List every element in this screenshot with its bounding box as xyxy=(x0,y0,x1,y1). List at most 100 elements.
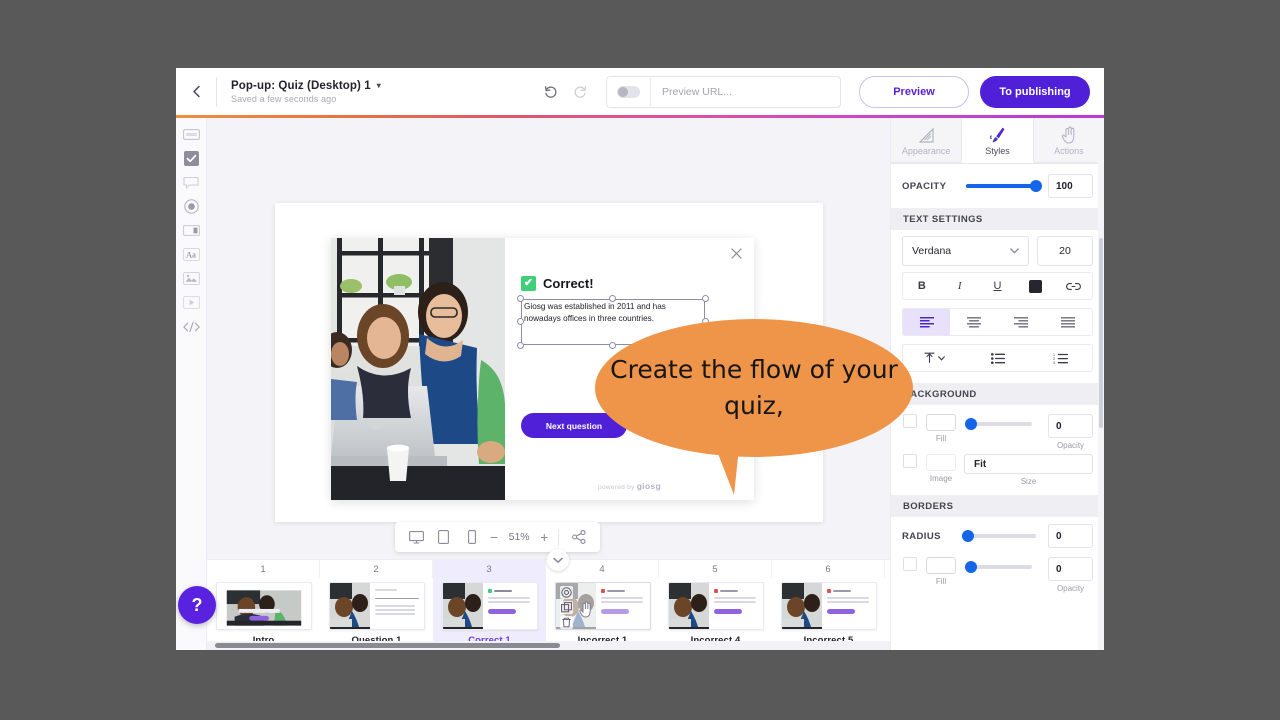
align-center-icon[interactable] xyxy=(950,309,997,335)
border-fill-checkbox[interactable] xyxy=(903,557,917,571)
slide-item-incorrect-5[interactable]: Incorrect 5 xyxy=(772,578,885,650)
resize-handle-s[interactable] xyxy=(609,342,616,349)
back-button[interactable] xyxy=(176,68,216,115)
target-icon[interactable] xyxy=(560,586,573,599)
svg-text:3: 3 xyxy=(1053,361,1055,364)
underline-button[interactable]: U xyxy=(979,273,1017,299)
preview-button[interactable]: Preview xyxy=(859,76,969,108)
slide-item-correct-1[interactable]: Correct 1 xyxy=(433,578,546,650)
slide-thumbnail[interactable] xyxy=(329,582,425,630)
preview-url-input[interactable]: Preview URL... xyxy=(651,86,732,98)
font-family-value: Verdana xyxy=(912,245,951,257)
opacity-value-input[interactable]: 100 xyxy=(1048,174,1093,198)
resize-handle-sw[interactable] xyxy=(517,342,524,349)
slide-thumbnail[interactable] xyxy=(668,582,764,630)
bg-opacity-input[interactable]: 0 xyxy=(1048,414,1093,438)
close-icon[interactable] xyxy=(730,248,742,260)
undo-icon[interactable] xyxy=(543,84,559,100)
document-title-block[interactable]: Pop-up: Quiz (Desktop) 1 ▾ Saved a few s… xyxy=(217,80,417,104)
italic-button[interactable]: I xyxy=(941,273,979,299)
resize-handle-n[interactable] xyxy=(609,295,616,302)
speech-bubble-element-icon[interactable] xyxy=(182,175,201,190)
border-opacity-slider[interactable] xyxy=(968,565,1032,569)
office-photo xyxy=(331,238,505,500)
tab-styles[interactable]: Styles xyxy=(961,118,1033,163)
desktop-icon[interactable] xyxy=(403,522,430,552)
to-publishing-button[interactable]: To publishing xyxy=(980,76,1090,108)
slider-knob[interactable] xyxy=(962,530,974,542)
slides-horizontal-scrollbar[interactable] xyxy=(207,641,921,650)
font-family-select[interactable]: Verdana xyxy=(902,236,1029,266)
trash-icon[interactable] xyxy=(560,616,573,629)
bg-opacity-label: Opacity xyxy=(1057,441,1084,450)
align-left-icon[interactable] xyxy=(903,309,950,335)
slide-item-incorrect-4[interactable]: Incorrect 4 xyxy=(659,578,772,650)
preview-url-toggle[interactable] xyxy=(617,86,640,98)
duplicate-icon[interactable] xyxy=(560,601,573,614)
bg-fill-swatch[interactable] xyxy=(926,414,956,431)
border-opacity-input[interactable]: 0 xyxy=(1048,557,1093,581)
font-size-input[interactable]: 20 xyxy=(1037,236,1093,266)
line-height-icon[interactable] xyxy=(903,345,966,371)
actions-hand-icon xyxy=(1061,125,1077,144)
slide-thumbnail[interactable] xyxy=(555,582,651,630)
resize-handle-nw[interactable] xyxy=(517,295,524,302)
chevron-down-icon[interactable]: ▾ xyxy=(377,81,381,90)
align-right-icon[interactable] xyxy=(998,309,1045,335)
zoom-out-button[interactable]: − xyxy=(486,529,502,545)
scrollbar-thumb[interactable] xyxy=(1099,238,1103,428)
panel-vertical-scrollbar[interactable] xyxy=(1098,118,1104,650)
input-element-icon[interactable] xyxy=(182,223,201,238)
bg-image-swatch[interactable] xyxy=(926,454,956,471)
radius-slider[interactable] xyxy=(964,534,1036,538)
zoom-in-button[interactable]: + xyxy=(536,529,552,545)
radius-value-input[interactable]: 0 xyxy=(1048,524,1093,548)
slide-item-intro[interactable]: Intro xyxy=(207,578,320,650)
bg-size-select[interactable]: Fit xyxy=(964,454,1093,474)
popup-body-text[interactable]: Giosg was established in 2011 and has no… xyxy=(524,301,696,324)
video-element-icon[interactable] xyxy=(182,295,201,310)
slider-knob[interactable] xyxy=(1030,180,1042,192)
canvas-zoom-toolbar[interactable]: − 51% + xyxy=(395,522,600,552)
thumb-photo xyxy=(782,583,822,629)
document-title[interactable]: Pop-up: Quiz (Desktop) 1 ▾ xyxy=(231,80,417,92)
border-fill-swatch[interactable] xyxy=(926,557,956,574)
slide-item-incorrect-1[interactable]: Incorrect 1 xyxy=(546,578,659,650)
resize-handle-w[interactable] xyxy=(517,318,524,325)
collapse-strip-button[interactable] xyxy=(547,549,569,571)
slide-thumbnail[interactable] xyxy=(781,582,877,630)
bg-fill-checkbox[interactable] xyxy=(903,414,917,428)
bg-image-checkbox[interactable] xyxy=(903,454,917,468)
align-justify-icon[interactable] xyxy=(1045,309,1092,335)
link-button[interactable] xyxy=(1054,273,1092,299)
slider-knob[interactable] xyxy=(965,561,977,573)
image-element-icon[interactable] xyxy=(182,271,201,286)
help-button[interactable]: ? xyxy=(178,586,216,624)
scrollbar-thumb[interactable] xyxy=(215,643,560,648)
checkbox-element-icon[interactable] xyxy=(182,151,201,166)
slide-item-question-1[interactable]: Question 1 xyxy=(320,578,433,650)
radio-element-icon[interactable] xyxy=(182,199,201,214)
tab-actions[interactable]: Actions xyxy=(1034,118,1104,163)
slide-number-5: 5 xyxy=(659,560,772,578)
tablet-icon[interactable] xyxy=(431,522,458,552)
bullet-list-icon[interactable] xyxy=(966,345,1029,371)
opacity-slider[interactable] xyxy=(966,184,1036,188)
text-color-button[interactable] xyxy=(1016,273,1054,299)
code-element-icon[interactable] xyxy=(182,319,201,334)
slide-thumbnail[interactable] xyxy=(442,582,538,630)
numbered-list-icon[interactable]: 123 xyxy=(1029,345,1092,371)
preview-url-group[interactable]: Preview URL... xyxy=(606,76,841,108)
mobile-icon[interactable] xyxy=(458,522,485,552)
bold-button[interactable]: B xyxy=(903,273,941,299)
slide-thumbnail[interactable] xyxy=(216,582,312,630)
share-nodes-icon[interactable] xyxy=(565,522,592,552)
bg-opacity-slider[interactable] xyxy=(968,422,1032,426)
tab-appearance[interactable]: Appearance xyxy=(891,118,961,163)
slider-knob[interactable] xyxy=(965,418,977,430)
zoom-level: 51% xyxy=(503,531,535,543)
text-element-icon[interactable]: Aa xyxy=(182,247,201,262)
callout-text: Create the flow of your quiz, xyxy=(609,352,899,424)
resize-handle-ne[interactable] xyxy=(702,295,709,302)
button-element-icon[interactable] xyxy=(182,127,201,142)
